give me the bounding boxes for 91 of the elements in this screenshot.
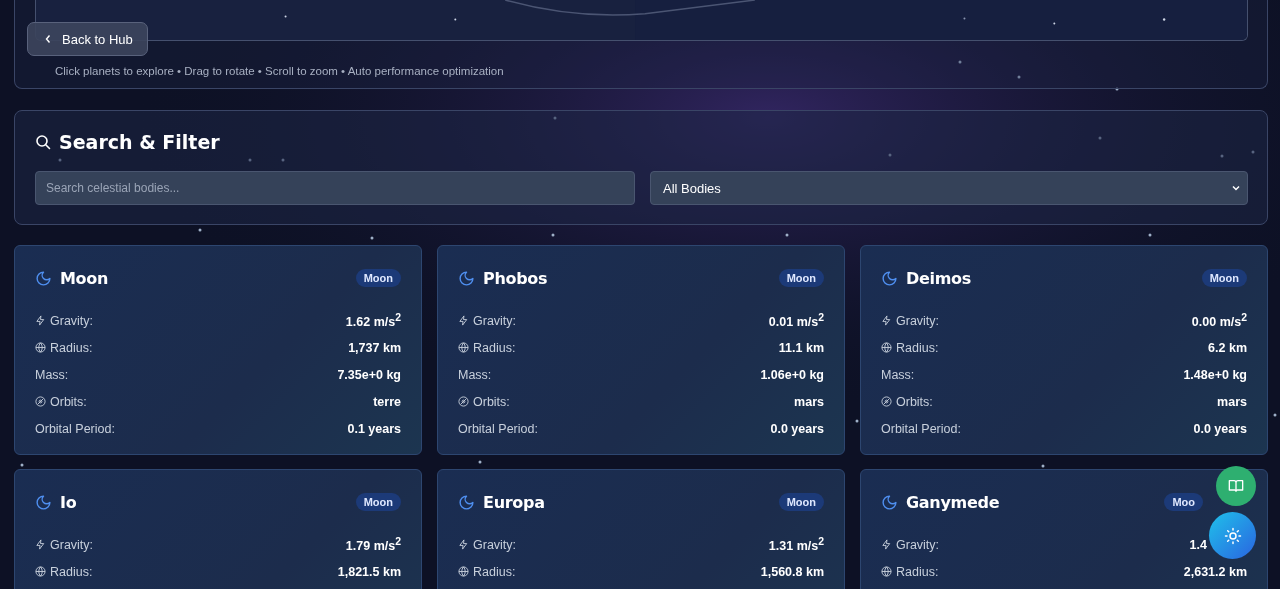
stat-value: 0.1 years bbox=[347, 421, 401, 436]
back-button[interactable]: Back to Hub bbox=[27, 22, 148, 56]
orbit-icon bbox=[881, 396, 892, 407]
type-badge: Moon bbox=[778, 269, 824, 287]
body-name: Europa bbox=[483, 492, 546, 512]
panel-title: Search & Filter bbox=[59, 131, 220, 153]
stat-value: 1,560.8 km bbox=[760, 564, 824, 579]
stat-label: Gravity: bbox=[50, 537, 95, 552]
stat-value: 0.0 years bbox=[770, 421, 824, 436]
filter-select[interactable]: All Bodies bbox=[650, 171, 1248, 205]
stat-label: Gravity: bbox=[473, 313, 518, 328]
stat-label: Mass: bbox=[458, 367, 493, 382]
stat-value: mars bbox=[1217, 394, 1247, 409]
chevron-down-icon bbox=[1231, 183, 1241, 193]
globe-icon bbox=[881, 566, 892, 577]
stat-value: terre bbox=[373, 394, 401, 409]
body-name: Ganymede bbox=[906, 492, 1001, 512]
moon-icon bbox=[458, 493, 475, 511]
hint-text: Click planets to explore • Drag to rotate • Scroll to zoom • Auto performance optimization bbox=[55, 65, 504, 77]
stat-label: Gravity: bbox=[896, 537, 941, 552]
stat-value: 0.00 m/s$^{2}$ bbox=[1191, 311, 1247, 330]
stat-label: Mass: bbox=[35, 367, 70, 382]
sun-icon bbox=[1223, 526, 1242, 545]
stat-label: Radius: bbox=[473, 340, 517, 355]
stat-value: 11.1 km bbox=[778, 340, 824, 355]
stat-value: 1.4 bbox=[1189, 537, 1208, 552]
lightning-icon bbox=[881, 315, 892, 326]
globe-icon bbox=[458, 566, 469, 577]
orbit-icon bbox=[35, 396, 46, 407]
search-icon bbox=[35, 134, 51, 150]
search-field[interactable]: Search celestial bodies... bbox=[35, 171, 635, 205]
globe-icon bbox=[35, 342, 46, 353]
stat-value: 1,821.5 km bbox=[337, 564, 401, 579]
book-icon bbox=[1228, 478, 1244, 494]
stat-value: 0.01 m/s$^{2}$ bbox=[768, 311, 824, 330]
stat-label: Radius: bbox=[50, 564, 94, 579]
globe-icon bbox=[458, 342, 469, 353]
body-name: Phobos bbox=[483, 268, 549, 288]
stat-label: Orbital Period: bbox=[35, 421, 116, 436]
type-badge: Moo bbox=[1164, 493, 1203, 511]
stat-label: Orbits: bbox=[473, 394, 511, 409]
moon-icon bbox=[35, 493, 52, 511]
stat-value: 2,631.2 km bbox=[1183, 564, 1247, 579]
body-card[interactable]: Phobos Moon Gravity: 0.01 m/s$^{2}$ Radius: 11.1 km Mass: 1.06e+0 kg Orbits: mars Orbital Period: 0.0 years bbox=[437, 245, 845, 455]
lightning-icon bbox=[458, 539, 469, 550]
body-card[interactable]: Moon Moon Gravity: 1.62 m/s$^{2}$ Radius: 1,737 km Mass: 7.35e+0 kg Orbits: terre Orbital Period: 0.1 years bbox=[14, 245, 422, 455]
body-name: Deimos bbox=[906, 268, 972, 288]
stat-value: 0.0 years bbox=[1193, 421, 1247, 436]
moon-icon bbox=[881, 269, 898, 287]
lightning-icon bbox=[881, 539, 892, 550]
stat-value: mars bbox=[794, 394, 824, 409]
body-name: Io bbox=[60, 492, 78, 512]
stat-label: Orbital Period: bbox=[458, 421, 539, 436]
globe-icon bbox=[881, 342, 892, 353]
chevron-left-icon bbox=[44, 34, 52, 44]
stat-label: Radius: bbox=[50, 340, 94, 355]
stat-value: 1.31 m/s$^{2}$ bbox=[768, 535, 824, 554]
stat-value: 1.06e+0 kg bbox=[760, 367, 824, 382]
orbit-icon bbox=[458, 396, 469, 407]
stat-label: Radius: bbox=[473, 564, 517, 579]
stat-label: Radius: bbox=[896, 340, 940, 355]
lightning-icon bbox=[35, 315, 46, 326]
lightning-icon bbox=[35, 539, 46, 550]
stat-value: 1.79 m/s$^{2}$ bbox=[345, 535, 401, 554]
globe-icon bbox=[35, 566, 46, 577]
type-badge: Moon bbox=[1201, 269, 1247, 287]
stat-value: 1.48e+0 kg bbox=[1183, 367, 1247, 382]
stat-label: Radius: bbox=[896, 564, 940, 579]
moon-icon bbox=[458, 269, 475, 287]
stat-label: Gravity: bbox=[473, 537, 518, 552]
stat-value: 1.62 m/s$^{2}$ bbox=[345, 311, 401, 330]
stat-label: Orbital Period: bbox=[881, 421, 962, 436]
stat-label: Orbits: bbox=[50, 394, 88, 409]
moon-icon bbox=[881, 493, 898, 511]
moon-icon bbox=[35, 269, 52, 287]
body-card[interactable]: Europa Moon Gravity: 1.31 m/s$^{2}$ Radius: 1,560.8 km bbox=[437, 469, 845, 589]
body-name: Moon bbox=[60, 268, 110, 288]
body-card[interactable]: Deimos Moon Gravity: 0.00 m/s$^{2}$ Radius: 6.2 km Mass: 1.48e+0 kg Orbits: mars Orbital Period: 0.0 years bbox=[860, 245, 1268, 455]
type-badge: Moon bbox=[355, 493, 401, 511]
stat-label: Gravity: bbox=[50, 313, 95, 328]
type-badge: Moon bbox=[778, 493, 824, 511]
stat-value: 1,737 km bbox=[348, 340, 401, 355]
type-badge: Moon bbox=[355, 269, 401, 287]
lightning-icon bbox=[458, 315, 469, 326]
stat-value: 6.2 km bbox=[1208, 340, 1247, 355]
stat-value: 7.35e+0 kg bbox=[337, 367, 401, 382]
stat-label: Mass: bbox=[881, 367, 916, 382]
body-card[interactable]: Ganymede Moo Gravity: 1.4 Radius: 2,631.2 km bbox=[860, 469, 1268, 589]
stat-label: Gravity: bbox=[896, 313, 941, 328]
stat-label: Orbits: bbox=[896, 394, 934, 409]
body-card[interactable]: Io Moon Gravity: 1.79 m/s$^{2}$ Radius: 1,821.5 km bbox=[14, 469, 422, 589]
